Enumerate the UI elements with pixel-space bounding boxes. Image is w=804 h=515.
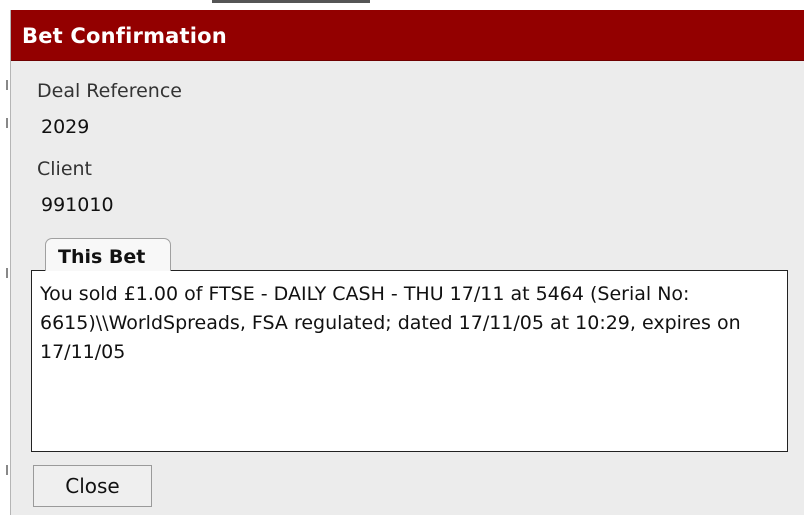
bet-details-text: You sold £1.00 of FTSE - DAILY CASH - TH… — [40, 283, 747, 363]
window-left-edge — [0, 10, 10, 515]
bet-details-box: You sold £1.00 of FTSE - DAILY CASH - TH… — [31, 270, 788, 452]
edge-tick — [6, 465, 8, 475]
deal-reference-value: 2029 — [41, 116, 90, 138]
deal-reference-label: Deal Reference — [37, 80, 182, 102]
background-window-edge — [212, 0, 370, 3]
edge-tick — [6, 268, 8, 278]
edge-tick — [6, 118, 8, 128]
client-label: Client — [37, 158, 93, 180]
tab-this-bet[interactable]: This Bet — [45, 238, 171, 271]
dialog-title: Bet Confirmation — [22, 24, 227, 48]
tab-this-bet-label: This Bet — [58, 246, 146, 268]
close-button[interactable]: Close — [33, 465, 152, 507]
client-value: 991010 — [41, 194, 114, 216]
bet-confirmation-dialog: Bet Confirmation Deal Reference 2029 Cli… — [10, 10, 804, 515]
dialog-title-bar: Bet Confirmation — [11, 10, 804, 61]
edge-tick — [6, 80, 8, 90]
window-top-edge — [0, 0, 804, 10]
